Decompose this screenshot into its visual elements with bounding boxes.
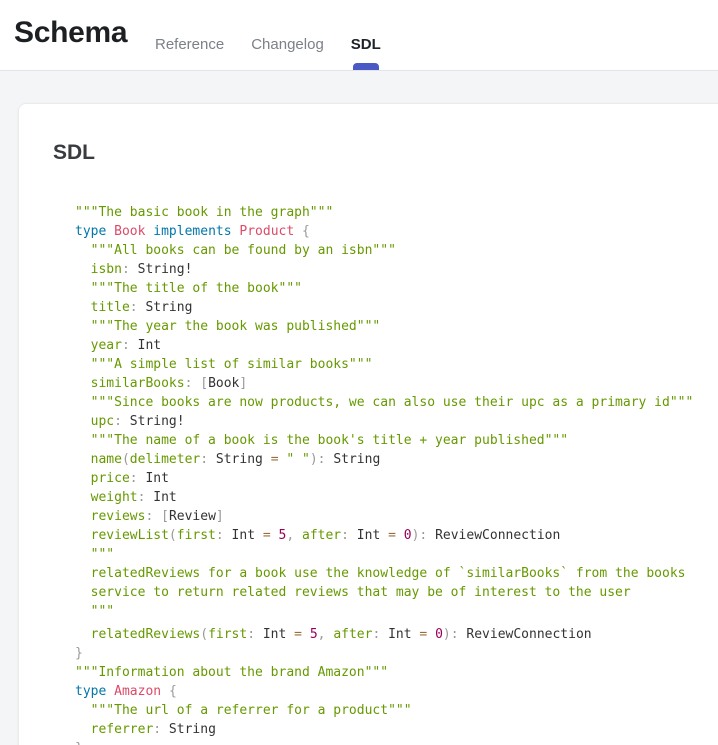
code-line: relatedReviews for a book use the knowle…	[75, 564, 718, 583]
code-line: year: Int	[75, 336, 718, 355]
code-line: """The name of a book is the book's titl…	[75, 431, 718, 450]
code-line: weight: Int	[75, 488, 718, 507]
code-line: """The basic book in the graph"""	[75, 203, 718, 222]
code-line: isbn: String!	[75, 260, 718, 279]
code-line: type Book implements Product {	[75, 222, 718, 241]
content-area: SDL """The basic book in the graph"""typ…	[0, 71, 718, 745]
code-line: """	[75, 545, 718, 564]
sdl-heading: SDL	[53, 141, 718, 165]
code-line: """The url of a referrer for a product""…	[75, 701, 718, 720]
code-line: """A simple list of similar books"""	[75, 355, 718, 374]
code-line: type Amazon {	[75, 682, 718, 701]
code-line: }	[75, 644, 718, 663]
code-line: """Since books are now products, we can …	[75, 393, 718, 412]
code-line: """All books can be found by an isbn"""	[75, 241, 718, 260]
code-line: price: Int	[75, 469, 718, 488]
tab-changelog[interactable]: Changelog	[251, 36, 324, 70]
code-line: reviews: [Review]	[75, 507, 718, 526]
code-line: """The year the book was published"""	[75, 317, 718, 336]
sdl-code-block: """The basic book in the graph"""type Bo…	[75, 203, 718, 745]
code-line: similarBooks: [Book]	[75, 374, 718, 393]
page-header: Schema Reference Changelog SDL	[0, 0, 718, 71]
sdl-card: SDL """The basic book in the graph"""typ…	[18, 103, 718, 745]
code-line: referrer: String	[75, 720, 718, 739]
code-line: upc: String!	[75, 412, 718, 431]
code-line: relatedReviews(first: Int = 5, after: In…	[75, 625, 718, 644]
code-line: """The title of the book"""	[75, 279, 718, 298]
code-line: service to return related reviews that m…	[75, 583, 718, 602]
code-line: """	[75, 602, 718, 621]
code-line: name(delimeter: String = " "): String	[75, 450, 718, 469]
code-line: }	[75, 739, 718, 745]
tab-sdl-label: SDL	[351, 36, 381, 53]
page-title: Schema	[14, 16, 127, 50]
tab-reference[interactable]: Reference	[155, 36, 224, 70]
active-tab-indicator	[353, 63, 379, 70]
tab-sdl[interactable]: SDL	[351, 36, 381, 70]
code-line: """Information about the brand Amazon"""	[75, 663, 718, 682]
code-line: title: String	[75, 298, 718, 317]
tab-bar: Reference Changelog SDL	[155, 36, 381, 70]
code-line: reviewList(first: Int = 5, after: Int = …	[75, 526, 718, 545]
